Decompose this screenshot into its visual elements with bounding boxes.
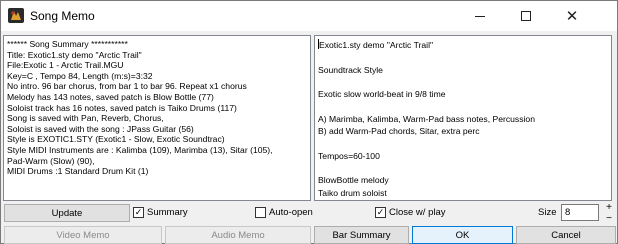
text-line: Pad-Warm (Slow) (90), <box>7 155 95 166</box>
autoopen-checkbox[interactable]: Auto-open <box>255 207 313 218</box>
text-line: Style is EXOTIC1.STY (Exotic1 - Slow, Ex… <box>7 134 225 145</box>
close-with-play-checkbox[interactable]: ✓ Close w/ play <box>375 207 446 218</box>
text-line: A) Marimba, Kalimba, Warm-Pad bass notes… <box>318 113 535 124</box>
text-line: Exotic slow world-beat in 9/8 time <box>318 89 446 100</box>
audio-memo-label: Audio Memo <box>211 229 265 241</box>
app-logo-icon <box>8 8 24 23</box>
text-line <box>315 76 611 88</box>
size-input[interactable]: 8 <box>561 204 599 221</box>
text-line: Key=C , Tempo 84, Length (m:s)=3:32 <box>7 70 153 81</box>
close-icon: ✕ <box>565 8 579 25</box>
text-line <box>315 137 611 149</box>
audio-memo-button[interactable]: Audio Memo <box>165 226 311 244</box>
text-line: BlowBottle melody <box>318 175 389 186</box>
window-title: Song Memo <box>30 9 95 23</box>
update-button-label: Update <box>51 207 83 219</box>
text-line: Soloist track has 16 notes, saved patch … <box>7 102 237 113</box>
text-line: Exotic1.sty demo "Arctic Trail" <box>315 39 611 51</box>
autoopen-checkbox-label: Auto-open <box>269 207 313 218</box>
text-line: Melody has 143 notes, saved patch is Blo… <box>7 91 214 102</box>
close-button[interactable]: ✕ <box>549 1 595 31</box>
text-line: Title: Exotic1.sty demo "Arctic Trail" <box>7 49 142 60</box>
close-with-play-label: Close w/ play <box>389 207 446 218</box>
memo-lines: Exotic1.sty demo "Arctic Trail" Soundtra… <box>315 36 611 199</box>
spin-down-icon[interactable]: − <box>606 214 612 224</box>
text-line: No intro. 96 bar chorus, from bar 1 to b… <box>7 81 247 92</box>
memo-textbox[interactable]: Exotic1.sty demo "Arctic Trail" Soundtra… <box>314 35 612 201</box>
check-icon: ✓ <box>134 207 143 217</box>
bar-summary-button[interactable]: Bar Summary <box>314 226 409 244</box>
bar-summary-label: Bar Summary <box>332 229 391 241</box>
video-memo-label: Video Memo <box>56 229 110 241</box>
text-line: ****** Song Summary *********** <box>7 39 128 49</box>
update-button[interactable]: Update <box>4 204 130 222</box>
title-bar[interactable]: Song Memo ✕ <box>1 1 617 31</box>
summary-lines: ****** Song Summary *********** Title: Ex… <box>4 36 310 177</box>
cancel-button[interactable]: Cancel <box>516 226 616 244</box>
size-value: 8 <box>565 207 571 218</box>
maximize-button[interactable] <box>503 1 549 31</box>
song-summary-textbox[interactable]: ****** Song Summary *********** Title: Ex… <box>3 35 311 201</box>
close-with-play-checkbox-box[interactable]: ✓ <box>375 207 386 218</box>
size-spinner[interactable]: + − <box>602 203 616 224</box>
text-line: B) add Warm-Pad chords, Sitar, extra per… <box>318 126 480 137</box>
summary-checkbox-box[interactable]: ✓ <box>133 207 144 218</box>
text-line: Taiko drum soloist <box>318 187 387 198</box>
autoopen-checkbox-box[interactable] <box>255 207 266 218</box>
video-memo-button[interactable]: Video Memo <box>4 226 162 244</box>
minimize-icon <box>475 15 485 17</box>
text-line <box>315 100 611 112</box>
text-line: File:Exotic 1 - Arctic Trail.MGU <box>7 60 124 71</box>
summary-checkbox[interactable]: ✓ Summary <box>133 207 188 218</box>
cancel-label: Cancel <box>551 229 581 241</box>
check-icon: ✓ <box>376 207 385 217</box>
text-line <box>315 51 611 63</box>
ok-button[interactable]: OK <box>412 226 513 244</box>
text-line: Soloist is saved with the song : JPass G… <box>7 123 194 134</box>
summary-checkbox-label: Summary <box>147 207 188 218</box>
maximize-icon <box>521 11 531 21</box>
minimize-button[interactable] <box>457 1 503 31</box>
ok-label: OK <box>455 229 470 241</box>
text-line-content: Exotic1.sty demo "Arctic Trail" <box>319 40 434 50</box>
text-line <box>315 162 611 174</box>
size-label: Size <box>538 207 557 218</box>
text-line: Tempos=60-100 <box>318 150 380 161</box>
text-line: Soundtrack Style <box>318 64 383 75</box>
song-memo-dialog: Song Memo ✕ ****** Song Summary ********… <box>0 0 618 244</box>
text-line: Song is saved with Pan, Reverb, Chorus, <box>7 113 164 124</box>
text-line: MIDI Drums :1 Standard Drum Kit (1) <box>7 166 149 177</box>
text-line: Style MIDI Instruments are : Kalimba (10… <box>7 144 273 155</box>
spin-up-icon[interactable]: + <box>606 203 612 213</box>
